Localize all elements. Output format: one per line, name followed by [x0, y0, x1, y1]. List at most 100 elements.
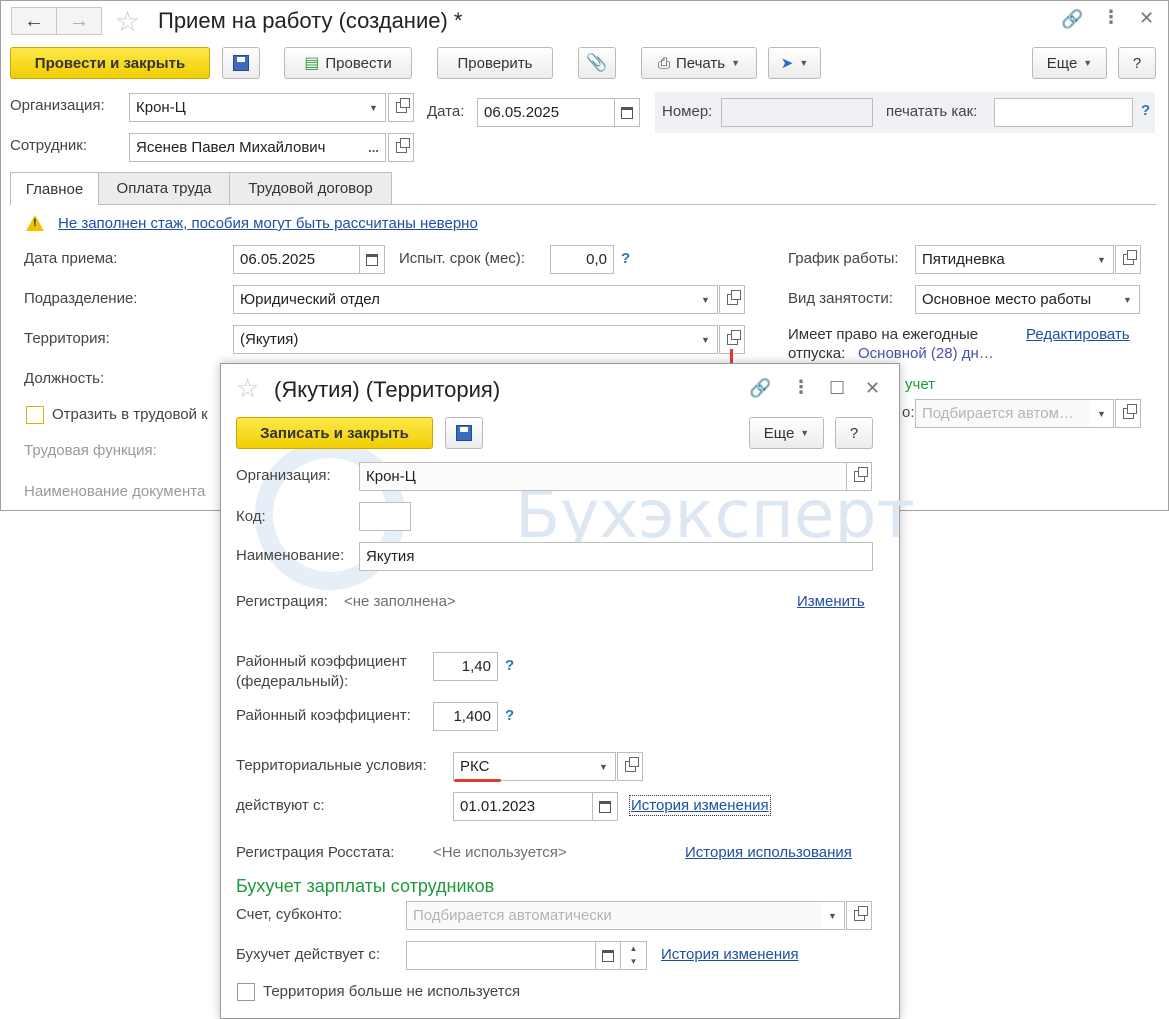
acc-effective-field[interactable]	[406, 941, 596, 970]
attach-button[interactable]: 📎	[578, 47, 616, 79]
dialog-star-icon[interactable]: ☆	[236, 373, 259, 404]
post-doc-icon: ▤	[304, 55, 320, 72]
date-label: Дата:	[427, 103, 465, 120]
account-field[interactable]: Подбирается автоматически	[406, 901, 822, 930]
employment-dropdown[interactable]: ▼	[1116, 285, 1140, 314]
dialog-more-vertical-icon[interactable]: ⋮	[792, 377, 810, 398]
employee-select-button[interactable]: ...	[362, 133, 386, 162]
save-button[interactable]	[222, 47, 260, 79]
coef-field[interactable]: 1,400	[433, 702, 498, 731]
territory-field[interactable]: (Якутия)	[233, 325, 695, 354]
date-field[interactable]: 06.05.2025	[477, 98, 615, 127]
account-open-main[interactable]	[1115, 399, 1141, 428]
dialog-more-button[interactable]: Еще ▼	[749, 417, 824, 449]
dialog-org-label: Организация:	[236, 467, 331, 484]
history-change-link[interactable]: История изменения	[629, 795, 771, 816]
not-used-label: Территория больше не используется	[263, 983, 521, 1000]
dialog-help-button[interactable]: ?	[835, 417, 873, 449]
print-button[interactable]: ⎙ Печать ▼	[641, 47, 757, 79]
schedule-dropdown[interactable]: ▼	[1090, 245, 1114, 274]
schedule-field[interactable]: Пятидневка	[915, 245, 1091, 274]
save-and-close-button[interactable]: Записать и закрыть	[236, 417, 433, 449]
forward-button[interactable]: →	[56, 7, 102, 35]
org-open[interactable]	[388, 93, 414, 122]
employee-open[interactable]	[388, 133, 414, 162]
code-field[interactable]	[359, 502, 411, 531]
position-label: Должность:	[24, 370, 105, 387]
tab-contract[interactable]: Трудовой договор	[229, 172, 392, 204]
account-label-partial: о:	[902, 404, 915, 421]
check-button[interactable]: Проверить	[437, 47, 553, 79]
open-icon	[395, 98, 410, 113]
account-dropdown[interactable]: ▼	[821, 901, 845, 930]
org-field[interactable]: Крон-Ц	[129, 93, 363, 122]
post-button[interactable]: ▤ Провести	[284, 47, 412, 79]
schedule-open[interactable]	[1115, 245, 1141, 274]
link-icon[interactable]: 🔗	[1061, 9, 1083, 30]
dialog-maximize-icon[interactable]: ☐	[829, 378, 845, 399]
chevron-down-icon: ▼	[799, 58, 809, 68]
more-button[interactable]: Еще ▼	[1032, 47, 1107, 79]
department-field[interactable]: Юридический отдел	[233, 285, 695, 314]
spinner-up-icon[interactable]: ▲	[621, 942, 646, 955]
department-open[interactable]	[719, 285, 745, 314]
dialog-save-button[interactable]	[445, 417, 483, 449]
help-button[interactable]: ?	[1118, 47, 1156, 79]
edit-vacation-link[interactable]: Редактировать	[1026, 326, 1130, 343]
conditions-dropdown[interactable]: ▼	[592, 752, 616, 781]
not-used-checkbox[interactable]	[237, 983, 255, 1001]
account-dropdown-main[interactable]: ▼	[1090, 399, 1114, 428]
close-icon[interactable]: ✕	[1139, 8, 1154, 29]
paperclip-icon: 📎	[586, 53, 608, 72]
dialog-close-icon[interactable]: ✕	[865, 378, 880, 399]
vacation-value[interactable]: Основной (28) дн…	[858, 345, 994, 362]
account-field-main[interactable]: Подбирается автом…	[915, 399, 1091, 428]
acc-effective-calendar[interactable]	[595, 941, 621, 970]
employment-field[interactable]: Основное место работы	[915, 285, 1117, 314]
probation-help-icon[interactable]: ?	[621, 250, 630, 267]
dialog-link-icon[interactable]: 🔗	[749, 378, 771, 399]
name-field[interactable]: Якутия	[359, 542, 873, 571]
spinner-down-icon[interactable]: ▼	[621, 955, 646, 968]
calendar-icon	[602, 949, 614, 962]
create-based-on-button[interactable]: ➤ ▼	[768, 47, 821, 79]
employment-label: Вид занятости:	[788, 290, 893, 307]
acc-effective-spinner[interactable]: ▲ ▼	[620, 941, 647, 970]
conditions-open[interactable]	[617, 752, 643, 781]
effective-date-field[interactable]: 01.01.2023	[453, 792, 593, 821]
reflect-checkbox[interactable]	[26, 406, 44, 424]
number-field[interactable]	[721, 98, 873, 127]
back-button[interactable]: ←	[11, 7, 57, 35]
acc-history-link[interactable]: История изменения	[661, 946, 799, 963]
more-vertical-icon[interactable]: ⋮	[1102, 7, 1120, 28]
help-question-icon[interactable]: ?	[1141, 102, 1150, 119]
warning-link[interactable]: Не заполнен стаж, пособия могут быть рас…	[58, 215, 478, 232]
coef-help-icon[interactable]: ?	[505, 707, 514, 724]
effective-date-calendar[interactable]	[592, 792, 618, 821]
account-open[interactable]	[846, 901, 872, 930]
vacation-label-line2: отпуска:	[788, 345, 846, 362]
conditions-field[interactable]: РКС	[453, 752, 593, 781]
change-registration-link[interactable]: Изменить	[797, 593, 865, 610]
history-use-link[interactable]: История использования	[685, 844, 852, 861]
department-dropdown[interactable]: ▼	[694, 285, 718, 314]
print-as-field[interactable]	[994, 98, 1133, 127]
coef-federal-help-icon[interactable]: ?	[505, 657, 514, 674]
employee-field[interactable]: Ясенев Павел Михайлович	[129, 133, 363, 162]
territory-dropdown[interactable]: ▼	[694, 325, 718, 354]
territory-label: Территория:	[24, 330, 110, 347]
open-icon	[853, 906, 868, 921]
probation-field[interactable]: 0,0	[550, 245, 614, 274]
star-icon[interactable]: ☆	[115, 5, 140, 38]
dialog-org-open[interactable]	[846, 462, 872, 491]
tab-main[interactable]: Главное	[10, 172, 99, 205]
post-and-close-button[interactable]: Провести и закрыть	[10, 47, 210, 79]
coef-federal-field[interactable]: 1,40	[433, 652, 498, 681]
hire-date-field[interactable]: 06.05.2025	[233, 245, 360, 274]
hire-date-calendar[interactable]	[359, 245, 385, 274]
chevron-down-icon: ▼	[1123, 294, 1132, 305]
dialog-org-field[interactable]: Крон-Ц	[359, 462, 847, 491]
tab-payment[interactable]: Оплата труда	[98, 172, 230, 204]
date-calendar-button[interactable]	[614, 98, 640, 127]
org-dropdown[interactable]: ▼	[362, 93, 386, 122]
